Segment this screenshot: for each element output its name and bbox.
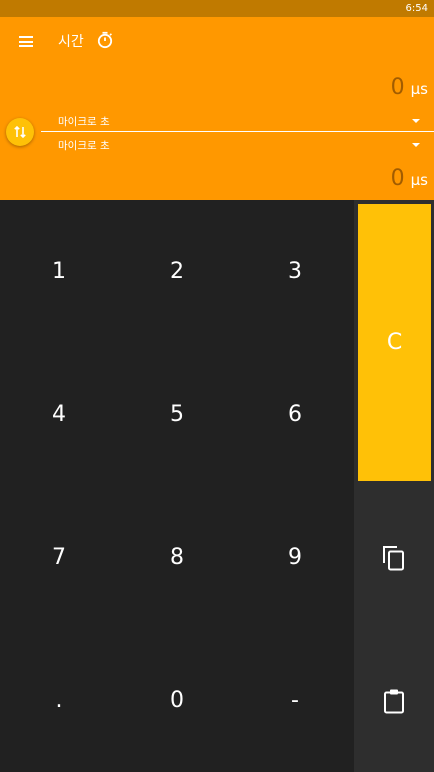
key-7[interactable]: 7 <box>0 486 118 629</box>
to-value-display: 0 μs <box>391 166 428 191</box>
key-1[interactable]: 1 <box>0 200 118 343</box>
status-clock: 6:54 <box>405 3 428 14</box>
key-8[interactable]: 8 <box>118 486 236 629</box>
from-unit-label: 마이크로 초 <box>58 116 110 128</box>
menu-icon[interactable] <box>19 36 33 47</box>
key-2[interactable]: 2 <box>118 200 236 343</box>
from-unit-symbol: μs <box>410 80 428 98</box>
key-3[interactable]: 3 <box>236 200 354 343</box>
key-minus[interactable]: - <box>236 629 354 772</box>
chevron-down-icon <box>412 119 420 123</box>
key-6[interactable]: 6 <box>236 343 354 486</box>
clipboard-paste-icon <box>384 689 404 713</box>
key-decimal[interactable]: . <box>0 629 118 772</box>
key-4[interactable]: 4 <box>0 343 118 486</box>
paste-button[interactable] <box>354 629 434 772</box>
timer-icon <box>96 31 114 49</box>
key-0[interactable]: 0 <box>118 629 236 772</box>
to-unit-label: 마이크로 초 <box>58 140 110 152</box>
clear-button[interactable]: C <box>358 204 431 481</box>
swap-icon <box>14 125 26 139</box>
from-unit-select[interactable]: 마이크로 초 <box>41 111 434 132</box>
from-value: 0 <box>390 75 405 100</box>
to-unit-symbol: μs <box>410 171 428 189</box>
copy-button[interactable] <box>354 486 434 629</box>
page-title: 시간 <box>58 34 84 50</box>
keypad: 1 2 3 4 5 6 7 8 9 . 0 - <box>0 200 354 772</box>
copy-icon <box>383 545 404 570</box>
swap-units-button[interactable] <box>6 118 34 146</box>
action-panel: C <box>354 200 434 772</box>
from-value-display: 0 μs <box>391 75 428 100</box>
to-unit-select[interactable]: 마이크로 초 <box>41 135 434 155</box>
status-bar: 6:54 <box>0 0 434 17</box>
key-5[interactable]: 5 <box>118 343 236 486</box>
to-value: 0 <box>390 166 405 191</box>
chevron-down-icon <box>412 143 420 147</box>
converter-panel: 시간 0 μs 마이크로 초 마이크로 초 0 μs <box>0 17 434 200</box>
key-9[interactable]: 9 <box>236 486 354 629</box>
